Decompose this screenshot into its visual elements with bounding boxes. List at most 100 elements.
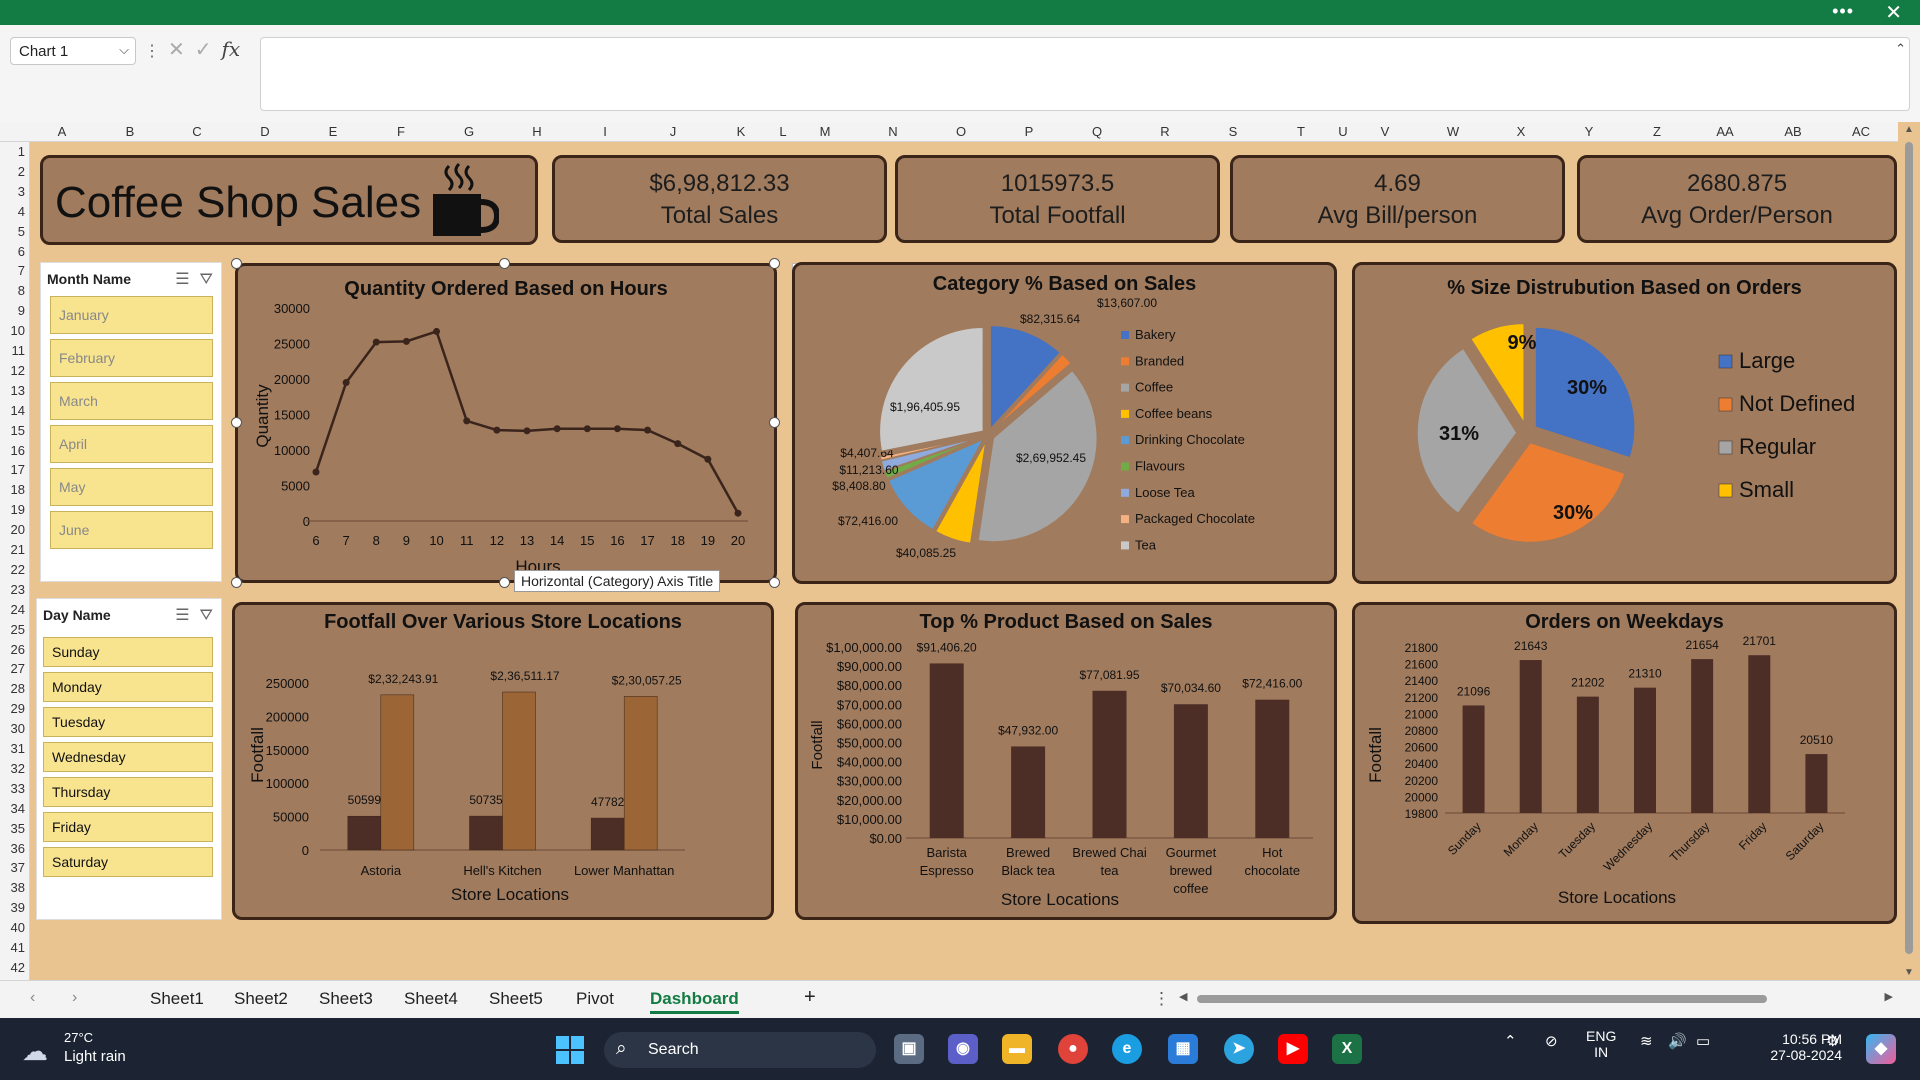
column-header[interactable]: S (1229, 124, 1238, 139)
scroll-up-icon[interactable]: ▲ (1904, 124, 1914, 135)
resize-handle[interactable] (769, 577, 780, 588)
chart-category-sales[interactable]: Category % Based on Sales $82,315.64 $13,… (792, 262, 1337, 584)
chart-quantity-by-hours[interactable]: Quantity Ordered Based on Hours 30000 250… (235, 263, 777, 583)
vertical-scrollbar[interactable]: ▲ ▼ (1898, 122, 1920, 980)
column-header[interactable]: AA (1716, 124, 1733, 139)
horizontal-scrollbar[interactable]: ◀ ▶ (1175, 990, 1895, 1006)
resize-handle[interactable] (231, 417, 242, 428)
row-header[interactable]: 7 (18, 263, 25, 278)
row-header[interactable]: 19 (11, 502, 25, 517)
cancel-icon[interactable]: ✕ (168, 39, 185, 61)
show-hidden-icons-icon[interactable]: ⌃ (1504, 1032, 1517, 1050)
row-header[interactable]: 4 (18, 204, 25, 219)
edge-icon[interactable]: e (1112, 1034, 1142, 1064)
column-header[interactable]: AC (1852, 124, 1870, 139)
column-header[interactable]: E (329, 124, 338, 139)
chart-orders-weekdays[interactable]: Orders on Weekdays 21800 21600 21400 21200 2… (1352, 602, 1897, 924)
telegram-icon[interactable]: ➤ (1224, 1034, 1254, 1064)
dashboard-title-card[interactable]: Coffee Shop Sales (40, 155, 538, 245)
collapse-formula-bar-icon[interactable]: ⌃ (1895, 41, 1906, 57)
row-header[interactable]: 3 (18, 184, 25, 199)
scroll-thumb[interactable] (1905, 142, 1913, 954)
row-header[interactable]: 26 (11, 642, 25, 657)
column-header[interactable]: A (58, 124, 67, 139)
scroll-left-icon[interactable]: ◀ (1179, 990, 1187, 1003)
slicer-item-february[interactable]: February (50, 339, 213, 377)
slicer-item-saturday[interactable]: Saturday (43, 847, 213, 877)
column-header[interactable]: Z (1653, 124, 1661, 139)
slicer-item-sunday[interactable]: Sunday (43, 637, 213, 667)
column-header[interactable]: AB (1784, 124, 1801, 139)
slicer-item-tuesday[interactable]: Tuesday (43, 707, 213, 737)
windows-start-icon[interactable] (556, 1036, 584, 1064)
row-header[interactable]: 8 (18, 283, 25, 298)
name-box[interactable]: Chart 1 ⌵ (10, 37, 136, 65)
row-header[interactable]: 21 (11, 542, 25, 557)
column-header[interactable]: O (956, 124, 966, 139)
row-header[interactable]: 16 (11, 443, 25, 458)
prev-sheet-icon[interactable]: ‹ (30, 989, 35, 1007)
slicer-item-monday[interactable]: Monday (43, 672, 213, 702)
tab-sheet3[interactable]: Sheet3 (319, 989, 373, 1009)
clear-filter-icon[interactable]: ⛛ (200, 271, 213, 288)
chart-top-products[interactable]: Top % Product Based on Sales $1,00,000.0… (795, 602, 1337, 920)
row-header[interactable]: 24 (11, 602, 25, 617)
kpi-total-footfall[interactable]: 1015973.5 Total Footfall (895, 155, 1220, 243)
column-header[interactable]: F (397, 124, 405, 139)
resize-handle[interactable] (231, 577, 242, 588)
store-icon[interactable]: ▦ (1168, 1034, 1198, 1064)
slicer-item-wednesday[interactable]: Wednesday (43, 742, 213, 772)
column-header[interactable]: B (126, 124, 135, 139)
column-header[interactable]: V (1381, 124, 1390, 139)
file-explorer-icon[interactable]: ▬ (1002, 1034, 1032, 1064)
copilot-icon[interactable]: ◆ (1866, 1034, 1896, 1064)
row-header[interactable]: 33 (11, 781, 25, 796)
row-header[interactable]: 18 (11, 482, 25, 497)
row-header[interactable]: 36 (11, 841, 25, 856)
resize-handle[interactable] (231, 258, 242, 269)
month-slicer[interactable]: Month Name ☰ ⛛ January February March Apr… (40, 262, 222, 582)
slicer-item-may[interactable]: May (50, 468, 213, 506)
row-header[interactable]: 11 (12, 343, 26, 358)
column-header[interactable]: M (820, 124, 831, 139)
row-header[interactable]: 37 (11, 860, 25, 875)
column-header[interactable]: X (1517, 124, 1526, 139)
column-header[interactable]: C (192, 124, 201, 139)
row-header[interactable]: 22 (11, 562, 25, 577)
more-options-icon[interactable]: ••• (1832, 1, 1854, 22)
wifi-icon[interactable]: ≋ (1640, 1032, 1653, 1050)
row-header[interactable]: 10 (11, 323, 25, 338)
language-indicator[interactable]: ENG IN (1586, 1028, 1616, 1060)
slicer-item-june[interactable]: June (50, 511, 213, 549)
row-header[interactable]: 2 (18, 164, 25, 179)
column-header[interactable]: D (260, 124, 269, 139)
scroll-down-icon[interactable]: ▼ (1904, 967, 1914, 978)
meet-icon[interactable]: ◉ (948, 1034, 978, 1064)
close-icon[interactable]: ✕ (1885, 0, 1902, 25)
row-header[interactable]: 31 (11, 741, 25, 756)
column-header[interactable]: L (779, 124, 786, 139)
task-view-icon[interactable]: ▣ (894, 1034, 924, 1064)
row-header[interactable]: 13 (11, 383, 25, 398)
resize-handle[interactable] (769, 258, 780, 269)
row-header[interactable]: 17 (11, 462, 25, 477)
row-header[interactable]: 30 (11, 721, 25, 736)
chrome-icon[interactable]: ● (1058, 1034, 1088, 1064)
tab-sheet1[interactable]: Sheet1 (150, 989, 204, 1009)
more-vertical-icon[interactable]: ⋮ (144, 41, 160, 61)
enter-icon[interactable]: ✓ (195, 39, 212, 61)
kpi-avg-bill[interactable]: 4.69 Avg Bill/person (1230, 155, 1565, 243)
row-header[interactable]: 14 (11, 403, 25, 418)
row-header[interactable]: 25 (11, 622, 25, 637)
insert-function-icon[interactable]: fx (222, 37, 241, 61)
formula-input[interactable] (260, 37, 1910, 111)
add-sheet-button[interactable]: + (804, 986, 816, 1009)
row-header[interactable]: 5 (18, 224, 25, 239)
resize-handle[interactable] (499, 577, 510, 588)
row-header[interactable]: 29 (11, 701, 25, 716)
row-header[interactable]: 42 (11, 960, 25, 975)
row-header[interactable]: 40 (11, 920, 25, 935)
row-header[interactable]: 39 (11, 900, 25, 915)
chart-footfall-locations[interactable]: Footfall Over Various Store Locations 25… (232, 602, 774, 920)
row-header[interactable]: 38 (11, 880, 25, 895)
